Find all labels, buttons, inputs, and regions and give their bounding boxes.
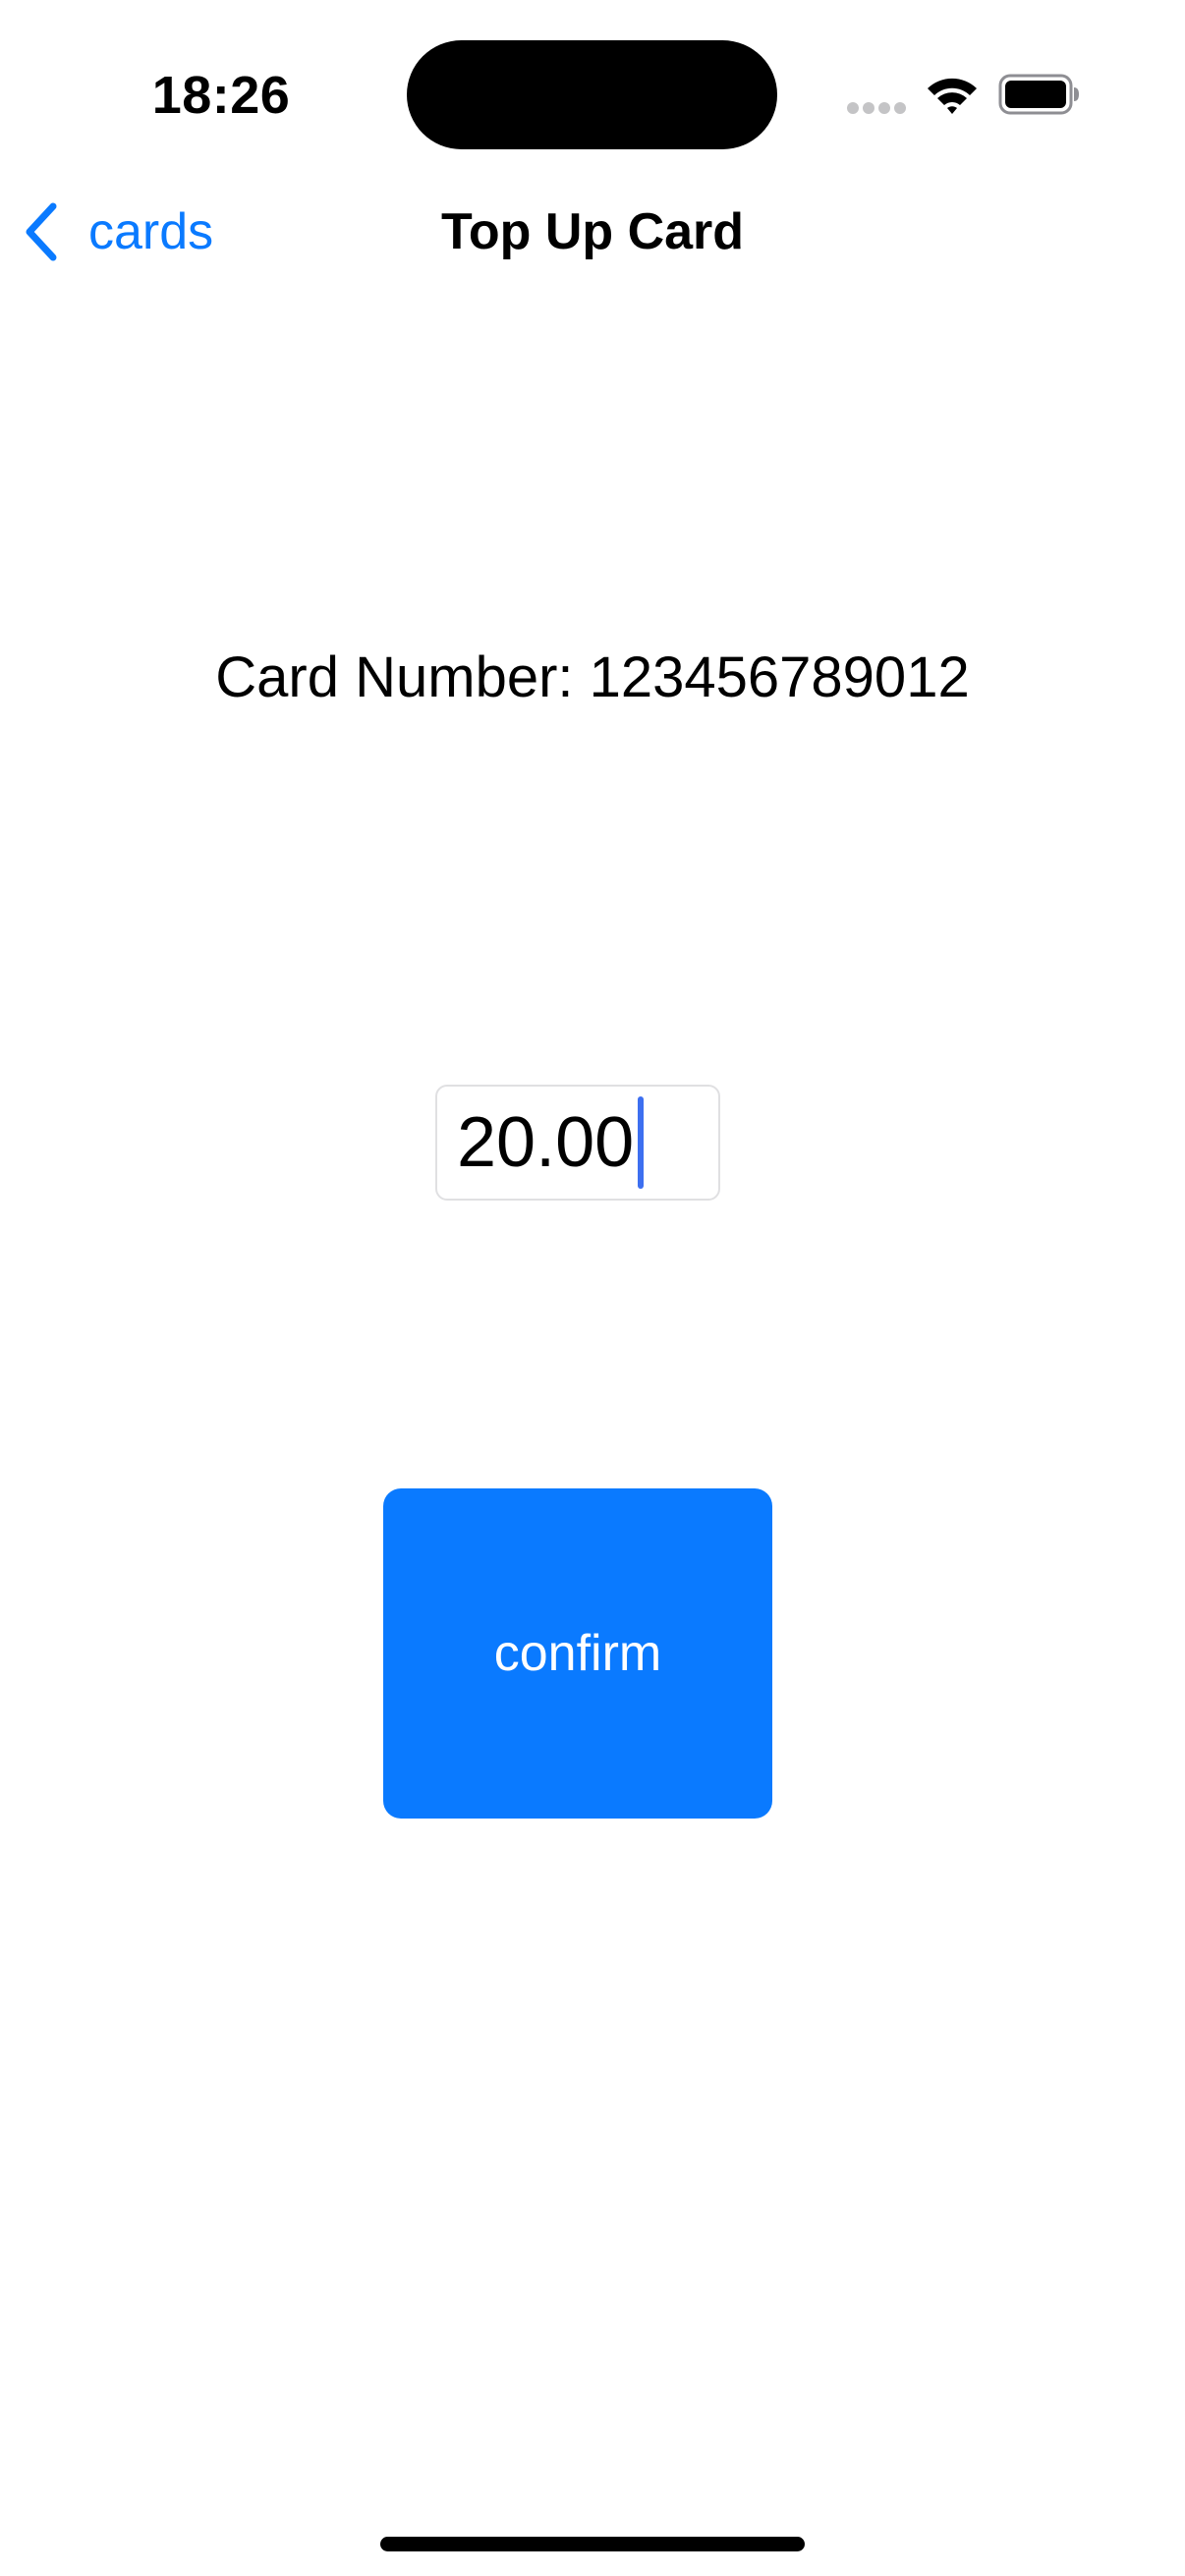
card-number-label: Card Number: 123456789012 xyxy=(215,645,970,709)
status-time: 18:26 xyxy=(151,66,291,125)
dynamic-island xyxy=(407,40,777,149)
chevron-left-icon xyxy=(26,202,57,261)
battery-icon xyxy=(998,74,1079,115)
home-indicator[interactable] xyxy=(380,2537,805,2551)
page-title: Top Up Card xyxy=(440,203,745,260)
confirm-button-label: confirm xyxy=(493,1625,662,1682)
back-button[interactable]: cards xyxy=(20,195,213,269)
text-caret xyxy=(638,1096,645,1189)
amount-input[interactable]: 20.00 xyxy=(435,1085,720,1201)
cellular-signal-icon xyxy=(847,102,908,116)
amount-input-value: 20.00 xyxy=(457,1103,635,1182)
wifi-icon xyxy=(928,78,977,114)
confirm-button[interactable]: confirm xyxy=(383,1488,772,1819)
back-button-label: cards xyxy=(88,203,214,260)
